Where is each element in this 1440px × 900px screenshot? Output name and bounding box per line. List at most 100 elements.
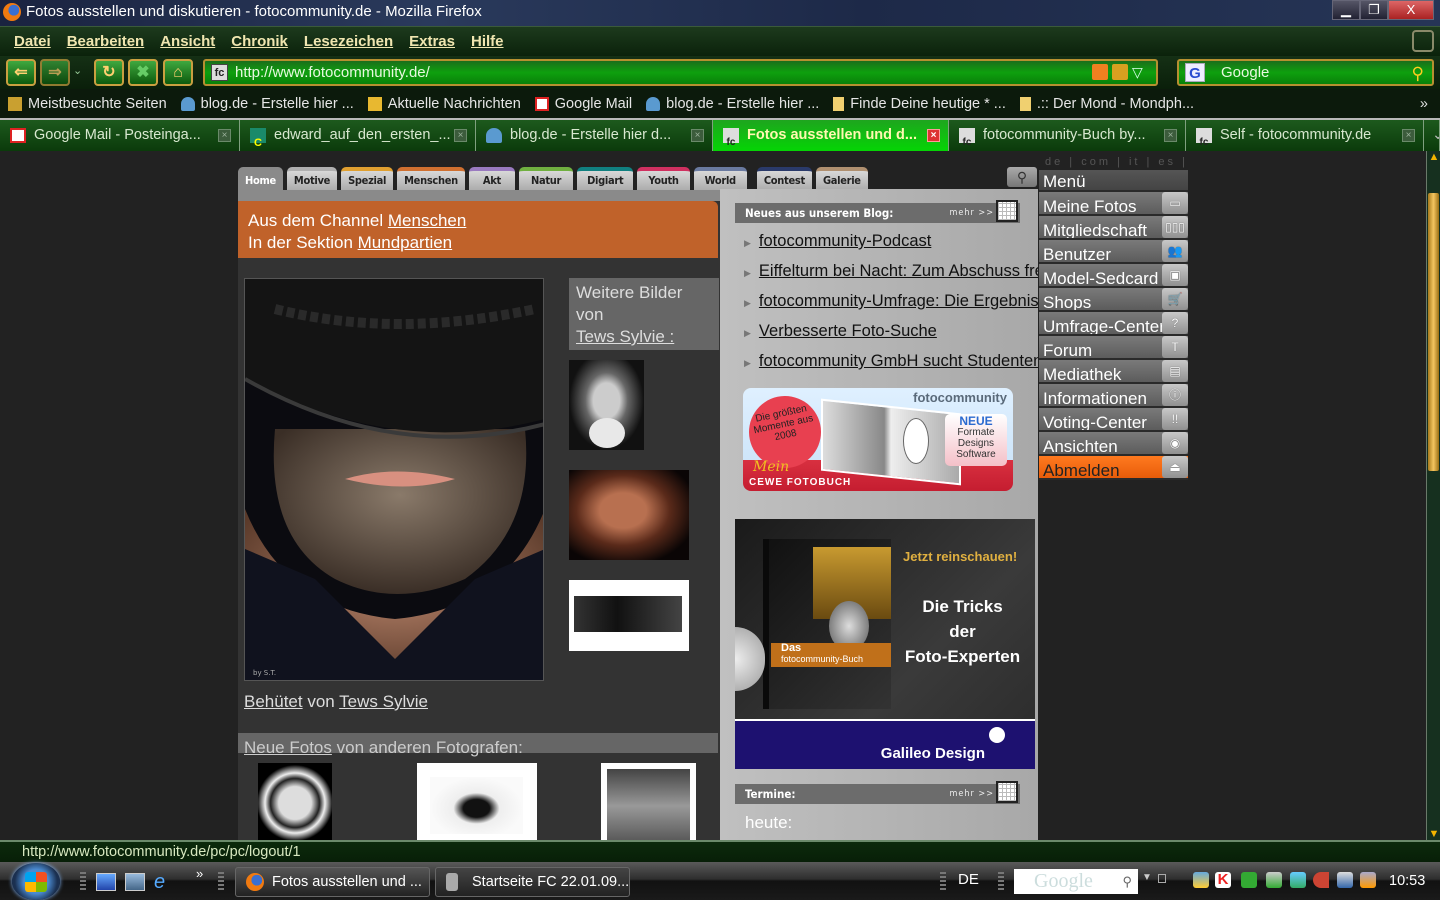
close-button[interactable]: X <box>1388 0 1434 20</box>
featured-photo[interactable]: by S.T. <box>244 278 544 681</box>
channel-link[interactable]: Menschen <box>388 211 466 230</box>
tray-monitor-icon[interactable] <box>1290 872 1306 888</box>
kaspersky-icon[interactable]: K <box>1215 872 1231 888</box>
toolbar-toggle-button[interactable] <box>1412 30 1434 52</box>
menu-bearbeiten[interactable]: Bearbeiten <box>67 33 145 50</box>
tray-warning-icon[interactable] <box>1360 872 1376 888</box>
language-links[interactable]: de | com | it | es | <box>1045 156 1188 168</box>
new-photos-link[interactable]: Neue Fotos <box>244 738 332 757</box>
menu-chronik[interactable]: Chronik <box>231 33 288 50</box>
tab-self[interactable]: fc Self - fotocommunity.de × <box>1186 120 1424 151</box>
menu-item-informationen[interactable]: Informationen ⓘ <box>1039 384 1188 408</box>
clock[interactable]: 10:53 <box>1389 873 1425 889</box>
blog-link[interactable]: fotocommunity-Umfrage: Die Ergebnisse <box>759 292 1038 310</box>
show-desktop-icon[interactable] <box>96 873 116 891</box>
tab-edward[interactable]: Cedward_auf_den_ersten_... × <box>240 120 476 151</box>
bookmark-item[interactable]: Meistbesuchte Seiten <box>8 96 167 112</box>
bookmark-item[interactable]: .:: Der Mond - Mondph... <box>1019 96 1194 112</box>
scrollbar-thumb[interactable] <box>1428 193 1439 471</box>
menu-item-voting-center[interactable]: Voting-Center!! <box>1039 408 1188 432</box>
new-photo-thumb[interactable] <box>417 763 537 840</box>
tray-usb-icon[interactable] <box>1266 872 1282 888</box>
section-link[interactable]: Mundpartien <box>358 233 453 252</box>
url-bar[interactable]: fc http://www.fotocommunity.de/ ▽ <box>203 59 1158 86</box>
internet-explorer-icon[interactable]: e <box>154 872 174 892</box>
restore-button[interactable]: ❐ <box>1360 0 1388 20</box>
site-tab-world[interactable]: World <box>693 167 747 191</box>
menu-item-shops[interactable]: Shops 🛒 <box>1039 288 1188 312</box>
rss-feed-icon[interactable] <box>1092 64 1108 80</box>
forward-button[interactable]: ⇒ <box>40 59 70 86</box>
bookmark-item[interactable]: Aktuelle Nachrichten <box>367 96 521 112</box>
start-button[interactable] <box>12 863 60 900</box>
taskbar-button-startseite[interactable]: Startseite FC 22.01.09... <box>435 867 630 897</box>
scroll-down-arrow-icon[interactable]: ▼ <box>1427 828 1440 840</box>
history-dropdown-icon[interactable]: ⌄ <box>73 64 82 77</box>
more-photo-thumb[interactable] <box>569 580 689 651</box>
site-tab-motive[interactable]: Motive <box>286 167 338 191</box>
site-tab-contest[interactable]: Contest <box>756 167 812 191</box>
minimize-button[interactable]: ▁ <box>1332 0 1360 20</box>
tray-camera-icon[interactable] <box>1241 872 1257 888</box>
menu-item-abmelden[interactable]: Abmelden ⏏ <box>1039 456 1188 480</box>
menu-item-benutzer[interactable]: Benutzer 👥 <box>1039 240 1188 264</box>
tab-close-button[interactable]: × <box>691 129 704 142</box>
home-button[interactable]: ⌂ <box>163 59 193 86</box>
bookmark-item[interactable]: Google Mail <box>534 96 632 112</box>
language-indicator[interactable]: DE <box>958 871 979 888</box>
site-tab-home[interactable]: Home <box>238 167 283 191</box>
tab-close-button[interactable]: × <box>454 129 467 142</box>
blog-more-link[interactable]: mehr >> <box>950 203 994 223</box>
menu-ansicht[interactable]: Ansicht <box>160 33 215 50</box>
tray-network-icon[interactable] <box>1193 872 1209 888</box>
dropdown-arrow-icon[interactable]: ▼ <box>1142 872 1152 883</box>
tab-fotocommunity-active[interactable]: fc Fotos ausstellen und d... × <box>713 120 949 151</box>
tab-google-mail[interactable]: Google Mail - Posteinga... × <box>0 120 240 151</box>
tab-blog-de[interactable]: blog.de - Erstelle hier d... × <box>476 120 713 151</box>
deskbar-options-icon[interactable] <box>1158 874 1166 883</box>
bookmark-item[interactable]: blog.de - Erstelle hier ... <box>180 96 354 112</box>
menu-datei[interactable]: Datei <box>14 33 51 50</box>
new-photo-thumb[interactable] <box>601 763 696 840</box>
site-tab-akt[interactable]: Akt <box>468 167 515 191</box>
search-go-icon[interactable]: ⚲ <box>1412 62 1424 85</box>
fotobuch-banner[interactable]: Die größten Momente aus 2008 fotocommuni… <box>743 388 1013 491</box>
quicklaunch-more[interactable]: » <box>196 866 203 881</box>
blog-link[interactable]: Verbesserte Foto-Suche <box>759 322 937 340</box>
bookmark-item[interactable]: Finde Deine heutige * ... <box>833 96 1006 112</box>
site-tab-digiart[interactable]: Digiart <box>577 167 634 191</box>
menu-item-mediathek[interactable]: Mediathek ▤ <box>1039 360 1188 384</box>
menu-item-model-sedcard[interactable]: Model-Sedcard ▣ <box>1039 264 1188 288</box>
bookmark-item[interactable]: blog.de - Erstelle hier ... <box>646 96 819 112</box>
site-tab-youth[interactable]: Youth <box>637 167 690 191</box>
tab-close-button[interactable]: × <box>218 129 231 142</box>
site-search-button[interactable]: ⚲ <box>1007 167 1037 187</box>
tab-close-button[interactable]: × <box>1164 129 1177 142</box>
google-engine-icon[interactable]: G <box>1185 63 1205 82</box>
site-tab-galerie[interactable]: Galerie <box>815 167 868 191</box>
tab-list-button[interactable]: ⌄ <box>1424 120 1440 151</box>
menu-item-ansichten[interactable]: Ansichten ◉ <box>1039 432 1188 456</box>
photo-title-link[interactable]: Behütet <box>244 692 303 711</box>
termine-more-link[interactable]: mehr >> <box>950 784 994 804</box>
back-button[interactable]: ⇐ <box>6 59 36 86</box>
tab-close-button[interactable]: × <box>927 129 940 142</box>
new-photo-thumb[interactable] <box>258 763 332 840</box>
galileo-banner[interactable]: Das fotocommunity-Buch Jetzt reinschauen… <box>735 519 1035 769</box>
url-text[interactable]: http://www.fotocommunity.de/ <box>235 64 430 81</box>
photo-author-link[interactable]: Tews Sylvie <box>339 692 428 711</box>
bookmark-star-icon[interactable] <box>1112 64 1128 80</box>
tab-close-button[interactable]: × <box>1402 129 1415 142</box>
menu-item-mitgliedschaft[interactable]: Mitgliedschaft ▯▯▯ <box>1039 216 1188 240</box>
menu-item-umfrage-center[interactable]: Umfrage-Center? <box>1039 312 1188 336</box>
url-dropdown-icon[interactable]: ▽ <box>1132 64 1148 80</box>
tab-fotocommunity-buch[interactable]: fc fotocommunity-Buch by... × <box>949 120 1186 151</box>
more-photos-author-link[interactable]: Tews Sylvie : <box>576 327 674 346</box>
site-tab-menschen[interactable]: Menschen <box>397 167 465 191</box>
menu-lesezeichen[interactable]: Lesezeichen <box>304 33 393 50</box>
vertical-scrollbar[interactable]: ▲ ▼ <box>1426 151 1440 840</box>
site-tab-natur[interactable]: Natur <box>518 167 574 191</box>
menu-item-forum[interactable]: Forum T <box>1039 336 1188 360</box>
taskbar-button-firefox[interactable]: Fotos ausstellen und ... <box>235 867 430 897</box>
switch-windows-icon[interactable] <box>125 873 145 891</box>
